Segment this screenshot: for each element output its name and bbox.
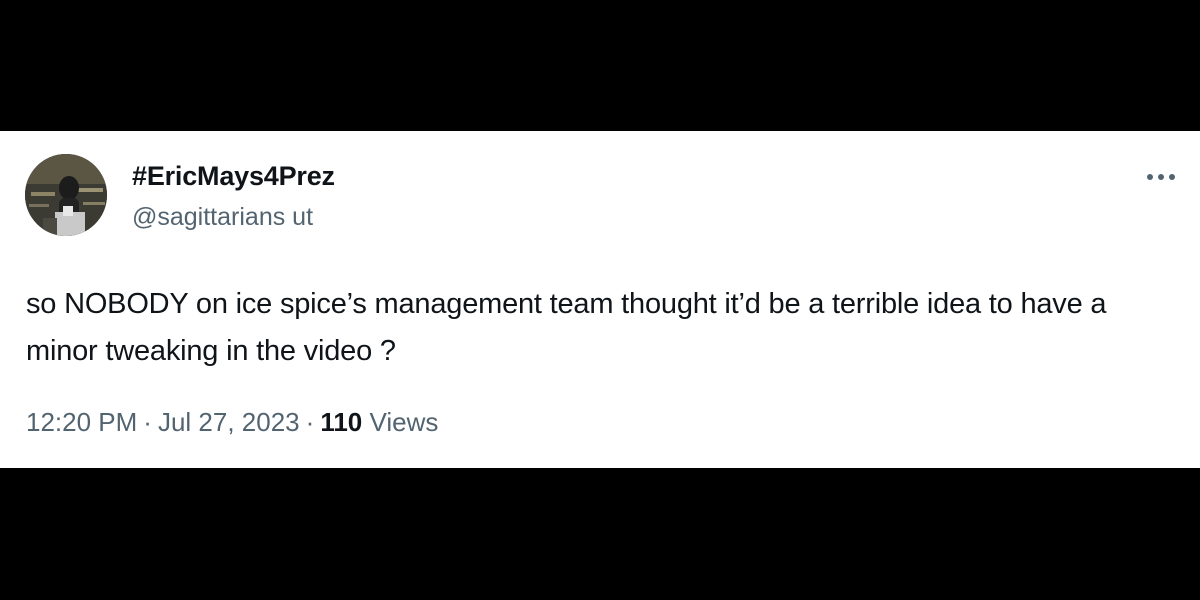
avatar[interactable] [25, 154, 107, 236]
tweet-metadata: 12:20 PM · Jul 27, 2023 · 110 Views [26, 407, 438, 438]
meta-separator: · [305, 407, 315, 437]
user-handle[interactable]: @sagittarians ut [132, 203, 313, 232]
tweet-time[interactable]: 12:20 PM [26, 407, 137, 437]
avatar-image [25, 154, 107, 236]
tweet-date[interactable]: Jul 27, 2023 [158, 407, 300, 437]
screenshot-frame: #EricMays4Prez @sagittarians ut so NOBOD… [0, 0, 1200, 600]
views-count[interactable]: 110 [320, 407, 362, 437]
tweet-text: so NOBODY on ice spice’s management team… [26, 288, 1107, 367]
views-label: Views [369, 407, 439, 437]
more-options-button[interactable] [1143, 159, 1179, 195]
meta-separator: · [143, 407, 152, 437]
display-name[interactable]: #EricMays4Prez [132, 161, 335, 192]
more-horizontal-icon [1147, 174, 1175, 180]
tweet-card: #EricMays4Prez @sagittarians ut so NOBOD… [0, 131, 1200, 468]
